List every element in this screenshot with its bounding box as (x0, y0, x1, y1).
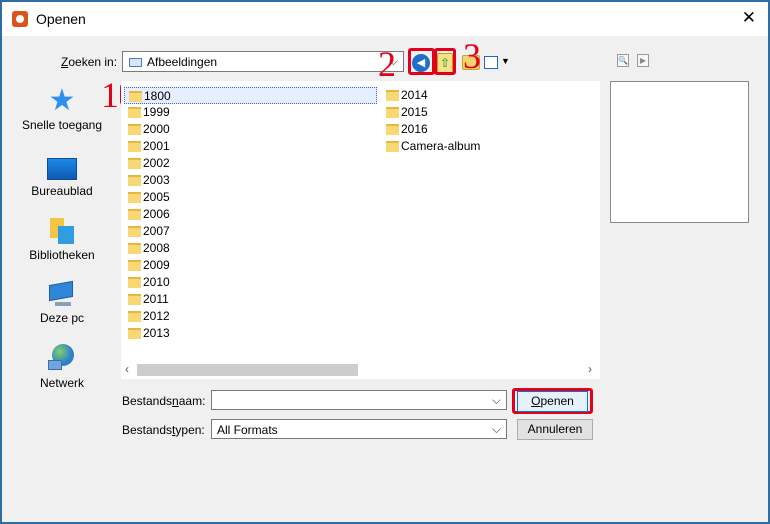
folder-item[interactable]: 2002 (124, 155, 170, 172)
back-button-highlight (408, 48, 435, 75)
filetype-label: Bestandstypen: (122, 423, 205, 437)
view-menu-chevron-icon[interactable]: ▼ (501, 56, 510, 66)
folder-item[interactable]: 2006 (124, 206, 170, 223)
filename-input[interactable]: ⌵ (211, 390, 507, 410)
folder-item[interactable]: Camera-album (382, 138, 480, 155)
folder-item[interactable]: 2005 (124, 189, 170, 206)
folder-icon (386, 107, 399, 118)
annotation-3: 3 (463, 36, 481, 76)
view-menu-icon[interactable] (484, 56, 498, 69)
folder-icon (128, 243, 141, 254)
folder-icon (128, 311, 141, 322)
look-in-label: Zoeken in: (61, 55, 118, 69)
folder-icon (128, 294, 141, 305)
folder-item[interactable]: 2007 (124, 223, 170, 240)
close-icon[interactable]: ✕ (742, 8, 756, 28)
place-desktop[interactable]: Bureaublad (12, 158, 112, 198)
pictures-library-icon (129, 58, 142, 67)
open-button[interactable]: Openen (517, 391, 588, 412)
place-network[interactable]: Netwerk (12, 344, 112, 390)
filetype-dropdown[interactable]: All Formats ⌵ (211, 419, 507, 439)
desktop-icon (47, 158, 77, 180)
folder-icon (129, 91, 142, 102)
folder-icon (128, 107, 141, 118)
folder-item[interactable]: 2013 (124, 325, 170, 342)
folder-icon (386, 124, 399, 135)
folder-item[interactable]: 2008 (124, 240, 170, 257)
place-this-pc[interactable]: Deze pc (12, 280, 112, 325)
folder-item[interactable]: 2016 (382, 121, 428, 138)
folder-item[interactable]: 2015 (382, 104, 428, 121)
folder-item[interactable]: 2003 (124, 172, 170, 189)
app-icon (12, 11, 28, 27)
computer-icon (49, 280, 75, 307)
folder-icon (128, 226, 141, 237)
chevron-down-icon[interactable]: ⌵ (492, 422, 501, 437)
folder-item[interactable]: 2012 (124, 308, 170, 325)
folder-icon (128, 175, 141, 186)
folder-icon (128, 158, 141, 169)
libraries-icon (50, 218, 74, 244)
scroll-left-icon[interactable]: ‹ (125, 362, 129, 376)
folder-icon (128, 209, 141, 220)
up-button-highlight (434, 48, 456, 75)
star-icon: ★ (48, 84, 76, 117)
folder-icon (128, 124, 141, 135)
file-list[interactable]: 1800 1999 2000 2001 2002 2003 2005 2006 … (121, 81, 600, 361)
window-title: Openen (36, 11, 86, 27)
places-bar: ★ Snelle toegang Bureaublad Bibliotheken… (12, 78, 112, 478)
folder-item[interactable]: 1999 (124, 104, 170, 121)
folder-item[interactable]: 2001 (124, 138, 170, 155)
play-icon[interactable]: ▶ (637, 54, 649, 67)
folder-item[interactable]: 2014 (382, 87, 428, 104)
folder-icon (128, 141, 141, 152)
horizontal-scrollbar[interactable]: ‹ › (121, 361, 600, 379)
look-in-dropdown[interactable]: Afbeeldingen ⌵ (122, 51, 404, 72)
folder-item[interactable]: 1800 (124, 87, 377, 104)
folder-item[interactable]: 2010 (124, 274, 170, 291)
scroll-right-icon[interactable]: › (588, 362, 592, 376)
cancel-button[interactable]: Annuleren (517, 419, 593, 440)
folder-icon (128, 260, 141, 271)
annotation-2: 2 (378, 44, 396, 84)
chevron-down-icon[interactable]: ⌵ (492, 393, 501, 408)
filetype-value: All Formats (217, 423, 278, 437)
folder-icon (128, 328, 141, 339)
folder-icon (128, 192, 141, 203)
look-in-value: Afbeeldingen (147, 55, 218, 69)
folder-item[interactable]: 2009 (124, 257, 170, 274)
open-dialog: Openen ✕ Zoeken in: Afbeeldingen ⌵ ◀ ⇧ ▼… (0, 0, 770, 524)
folder-icon (386, 90, 399, 101)
preview-zoom-icon[interactable]: 🔍 (617, 54, 629, 67)
folder-icon (386, 141, 399, 152)
folder-item[interactable]: 2000 (124, 121, 170, 138)
scrollbar-thumb[interactable] (137, 364, 358, 376)
folder-icon (128, 277, 141, 288)
preview-pane (610, 81, 749, 223)
title-bar: Openen ✕ (2, 2, 768, 36)
folder-item[interactable]: 2011 (124, 291, 169, 308)
place-libraries[interactable]: Bibliotheken (12, 218, 112, 262)
filename-label: Bestandsnaam: (122, 394, 206, 408)
place-quick-access[interactable]: ★ Snelle toegang (12, 84, 112, 133)
network-icon (48, 344, 76, 372)
